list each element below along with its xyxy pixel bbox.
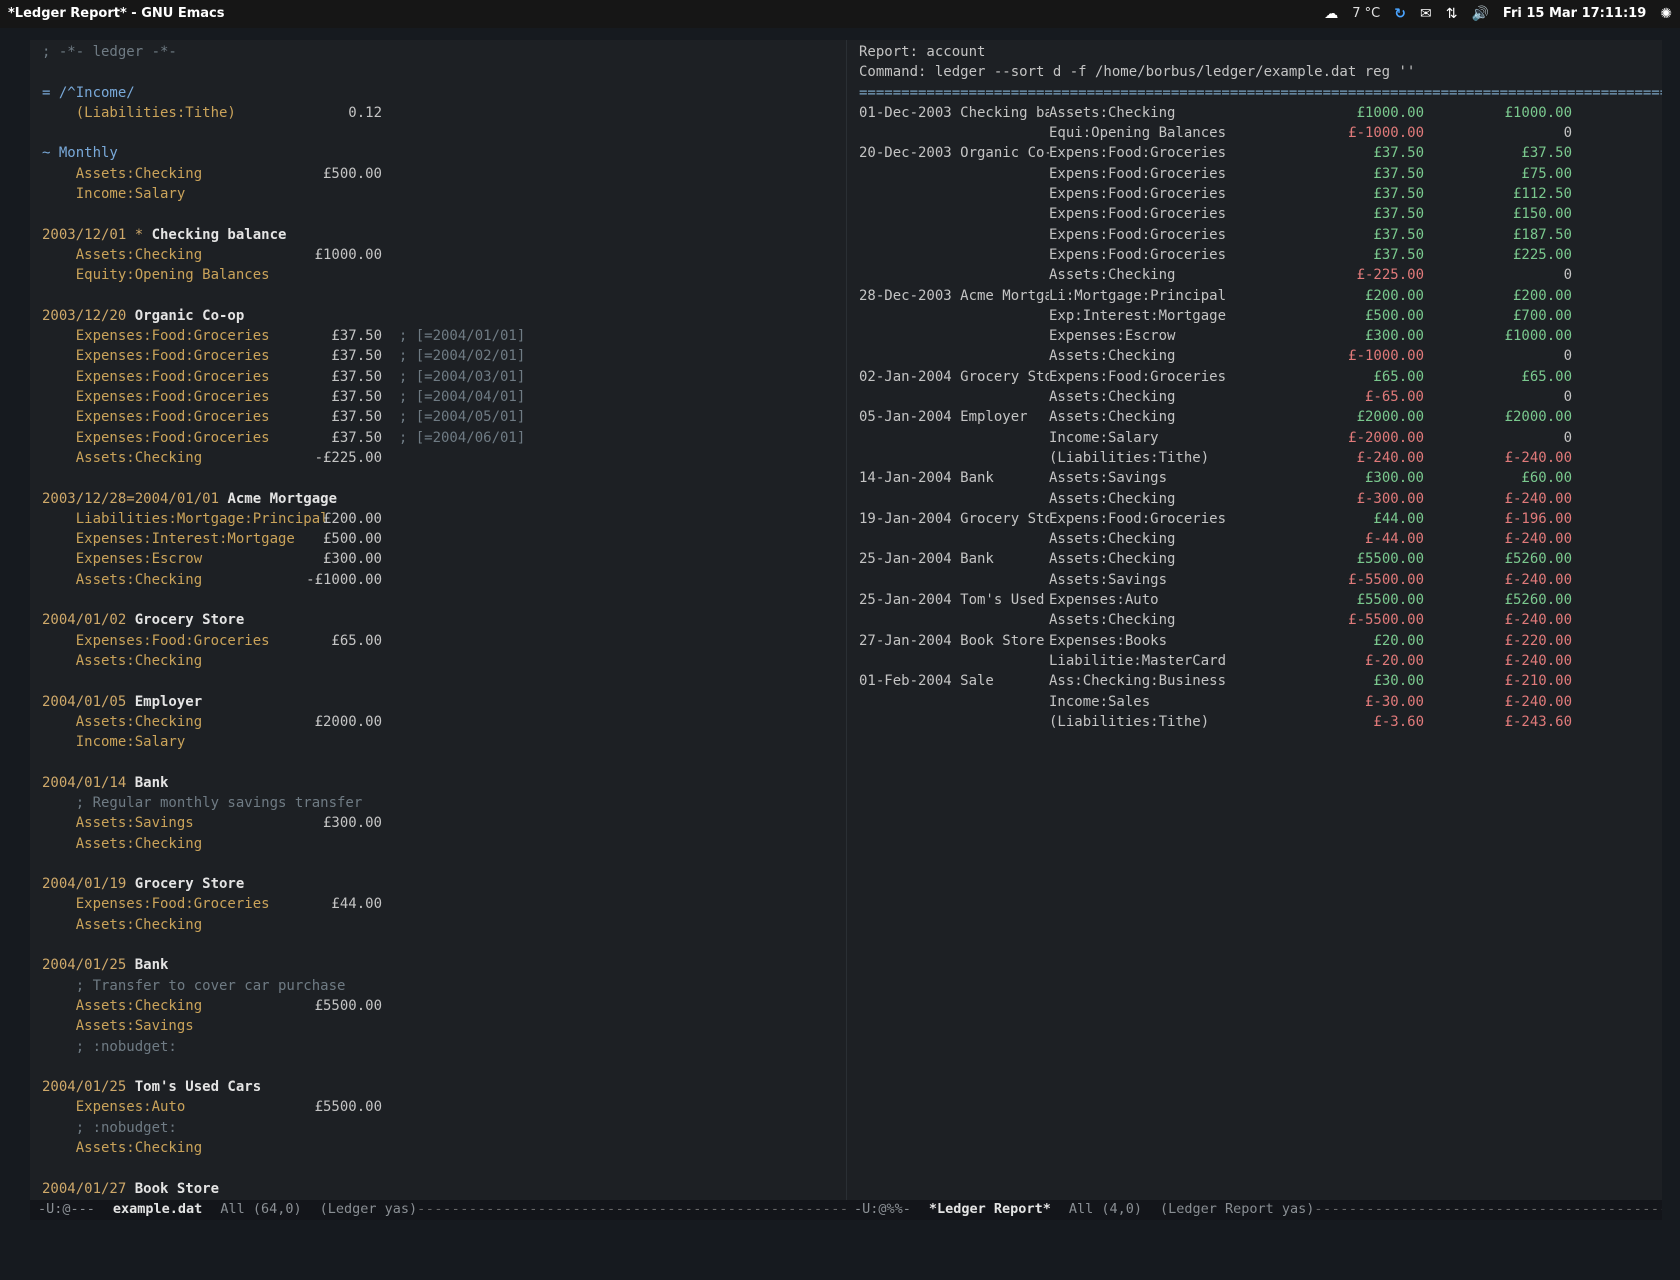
- report-row: 01-Feb-2004 SaleAss:Checking:Business£30…: [859, 671, 1654, 691]
- report-row: Equi:Opening Balances£-1000.000: [859, 123, 1654, 143]
- modeline-state: -U:@---: [38, 1200, 95, 1220]
- report-row: Expens:Food:Groceries£37.50£75.00: [859, 164, 1654, 184]
- modeline-state: -U:@%%-: [854, 1200, 911, 1220]
- buffer-position: All (4,0): [1069, 1200, 1142, 1220]
- buffer-name: *Ledger Report*: [929, 1200, 1051, 1220]
- report-row: Expenses:Escrow£300.00£1000.00: [859, 326, 1654, 346]
- report-row: Income:Salary£-2000.000: [859, 428, 1654, 448]
- modeline-row: -U:@--- example.dat All (64,0) (Ledger y…: [30, 1200, 1662, 1220]
- buffer-modes: (Ledger yas): [320, 1200, 418, 1220]
- report-command: Command: ledger --sort d -f /home/borbus…: [859, 64, 1415, 80]
- volume-icon[interactable]: 🔊: [1471, 4, 1488, 24]
- mail-icon[interactable]: ✉: [1420, 4, 1432, 24]
- report-row: (Liabilities:Tithe)£-240.00£-240.00: [859, 448, 1654, 468]
- emacs-split: ; -*- ledger -*- = /^Income/ (Liabilitie…: [30, 40, 1662, 1200]
- report-row: Expens:Food:Groceries£37.50£150.00: [859, 204, 1654, 224]
- network-icon[interactable]: ⇅: [1446, 4, 1458, 24]
- settings-icon[interactable]: ✺: [1660, 4, 1672, 24]
- report-row: Assets:Checking£-44.00£-240.00: [859, 529, 1654, 549]
- refresh-icon[interactable]: ↻: [1394, 4, 1406, 24]
- ledger-report-buffer[interactable]: Report: account Command: ledger --sort d…: [846, 40, 1662, 1200]
- report-row: Exp:Interest:Mortgage£500.00£700.00: [859, 306, 1654, 326]
- top-panel: *Ledger Report* - GNU Emacs ☁ 7 °C ↻ ✉ ⇅…: [0, 0, 1680, 28]
- window-title: *Ledger Report* - GNU Emacs: [8, 5, 224, 24]
- clock[interactable]: Fri 15 Mar 17:11:19: [1503, 5, 1646, 24]
- weather-icon[interactable]: ☁: [1324, 4, 1338, 24]
- report-row: Assets:Checking£-5500.00£-240.00: [859, 610, 1654, 630]
- emacs-frame: ; -*- ledger -*- = /^Income/ (Liabilitie…: [30, 40, 1662, 1220]
- report-row: 19-Jan-2004 Grocery StoreExpens:Food:Gro…: [859, 509, 1654, 529]
- report-row: 20-Dec-2003 Organic Co-opExpens:Food:Gro…: [859, 143, 1654, 163]
- weather-temp: 7 °C: [1352, 5, 1380, 24]
- buffer-position: All (64,0): [220, 1200, 301, 1220]
- modeline-dash: ----------------------------------------…: [417, 1200, 846, 1220]
- report-row: 02-Jan-2004 Grocery StoreExpens:Food:Gro…: [859, 367, 1654, 387]
- report-row: Liabilitie:MasterCard£-20.00£-240.00: [859, 651, 1654, 671]
- report-row: 05-Jan-2004 EmployerAssets:Checking£2000…: [859, 407, 1654, 427]
- report-row: Assets:Checking£-65.000: [859, 387, 1654, 407]
- workspace: ; -*- ledger -*- = /^Income/ (Liabilitie…: [0, 28, 1680, 1280]
- report-row: Assets:Savings£-5500.00£-240.00: [859, 570, 1654, 590]
- modeline-left[interactable]: -U:@--- example.dat All (64,0) (Ledger y…: [30, 1200, 846, 1220]
- report-row: 25-Jan-2004 BankAssets:Checking£5500.00£…: [859, 549, 1654, 569]
- report-row: Expens:Food:Groceries£37.50£225.00: [859, 245, 1654, 265]
- report-row: Expens:Food:Groceries£37.50£187.50: [859, 225, 1654, 245]
- modeline-right[interactable]: -U:@%%- *Ledger Report* All (4,0) (Ledge…: [846, 1200, 1662, 1220]
- buffer-modes: (Ledger Report yas): [1160, 1200, 1314, 1220]
- ledger-source-buffer[interactable]: ; -*- ledger -*- = /^Income/ (Liabilitie…: [30, 40, 846, 1200]
- report-row: 25-Jan-2004 Tom's Used CarsExpenses:Auto…: [859, 590, 1654, 610]
- modeline-dash: ----------------------------------------…: [1314, 1200, 1662, 1220]
- report-title: Report: account: [859, 44, 985, 60]
- report-row: 27-Jan-2004 Book StoreExpenses:Books£20.…: [859, 631, 1654, 651]
- buffer-name: example.dat: [113, 1200, 202, 1220]
- report-row: Expens:Food:Groceries£37.50£112.50: [859, 184, 1654, 204]
- report-row: Income:Sales£-30.00£-240.00: [859, 692, 1654, 712]
- report-row: Assets:Checking£-1000.000: [859, 346, 1654, 366]
- report-row: 28-Dec-2003 Acme MortgageLi:Mortgage:Pri…: [859, 286, 1654, 306]
- report-row: Assets:Checking£-300.00£-240.00: [859, 489, 1654, 509]
- report-row: 01-Dec-2003 Checking balanceAssets:Check…: [859, 103, 1654, 123]
- report-row: Assets:Checking£-225.000: [859, 265, 1654, 285]
- scrollbar[interactable]: [10, 42, 20, 1254]
- report-row: (Liabilities:Tithe)£-3.60£-243.60: [859, 712, 1654, 732]
- system-tray: ☁ 7 °C ↻ ✉ ⇅ 🔊 Fri 15 Mar 17:11:19 ✺: [1324, 4, 1672, 24]
- report-row: 14-Jan-2004 BankAssets:Savings£300.00£60…: [859, 468, 1654, 488]
